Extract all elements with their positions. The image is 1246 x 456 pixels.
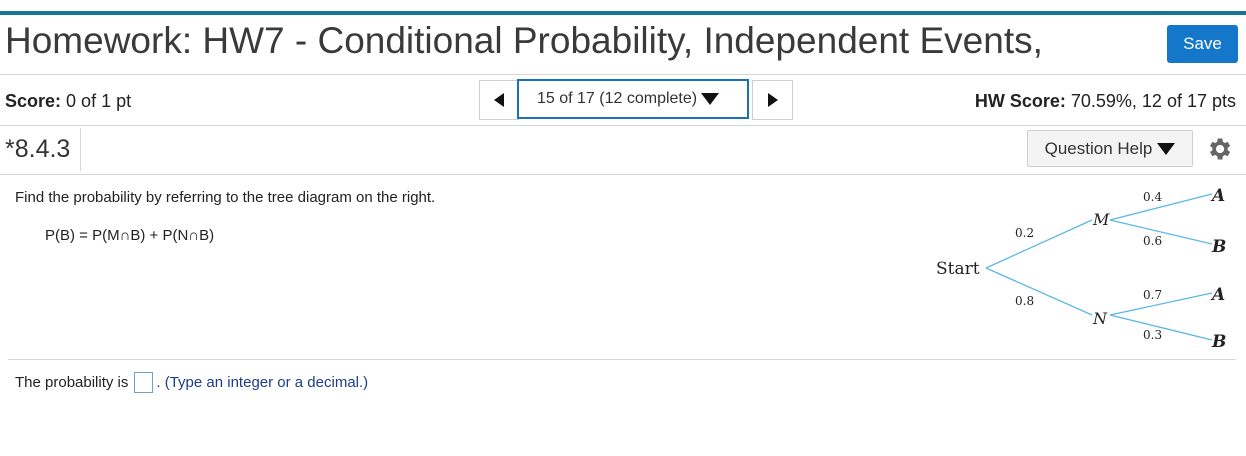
question-selector[interactable]: 15 of 17 (12 complete) [517, 79, 749, 119]
gear-icon[interactable] [1205, 135, 1233, 163]
save-button[interactable]: Save [1167, 25, 1238, 63]
prob-a-given-m-label: 0.4 [1143, 190, 1162, 204]
prob-m-label: 0.2 [1015, 226, 1034, 240]
score-display: Score: 0 of 1 pt [5, 91, 131, 112]
start-label: Start [936, 259, 980, 279]
divider [8, 359, 1236, 360]
question-id: *8.4.3 [5, 135, 71, 163]
hw-score-label: HW Score: [974, 91, 1066, 111]
score-label: Score: [5, 91, 62, 111]
branch-start-m [985, 219, 1093, 269]
answer-row: The probability is . (Type an integer or… [15, 372, 368, 393]
tree-diagram: Start M N 0.2 0.8 0.4 0.6 0.7 0.3 A B A … [936, 186, 1226, 352]
caret-down-icon [1157, 142, 1176, 155]
prob-n-label: 0.8 [1015, 294, 1034, 308]
prob-b-given-m-label: 0.6 [1143, 234, 1162, 248]
answer-prefix: The probability is [15, 374, 129, 391]
question-position-label: 15 of 17 (12 complete) [537, 90, 698, 107]
prob-b-given-n-label: 0.3 [1143, 328, 1162, 342]
question-help-button[interactable]: Question Help [1027, 130, 1193, 167]
prob-a-given-n-label: 0.7 [1143, 288, 1162, 302]
branch-start-n [985, 267, 1093, 316]
next-question-button[interactable] [752, 80, 793, 120]
divider [0, 125, 1246, 126]
node-m-label: M [1092, 210, 1110, 229]
leaf-a-label: A [1210, 186, 1225, 206]
previous-question-button[interactable] [479, 80, 519, 120]
divider [0, 74, 1246, 75]
caret-down-icon [701, 93, 720, 105]
question-id-separator [80, 128, 81, 171]
hw-score-display: HW Score: 70.59%, 12 of 17 pts [975, 91, 1236, 112]
divider [0, 174, 1246, 175]
leaf-b-label: B [1211, 237, 1226, 257]
hw-score-value: 70.59%, 12 of 17 pts [1070, 91, 1236, 111]
question-instruction: Find the probability by referring to the… [15, 189, 436, 206]
caret-left-icon [494, 93, 504, 107]
answer-hint: . (Type an integer or a decimal.) [156, 374, 369, 391]
answer-input[interactable] [134, 372, 154, 393]
page-title: Homework: HW7 - Conditional Probability,… [5, 20, 1043, 61]
node-n-label: N [1092, 309, 1108, 328]
caret-right-icon [767, 93, 778, 107]
leaf-a-label: A [1210, 285, 1225, 305]
score-value: 0 of 1 pt [66, 91, 132, 111]
probability-formula: P(B) = P(M∩B) + P(N∩B) [45, 227, 215, 244]
top-accent-bar [0, 11, 1246, 15]
leaf-b-label: B [1211, 332, 1226, 352]
question-help-label: Question Help [1044, 138, 1153, 158]
